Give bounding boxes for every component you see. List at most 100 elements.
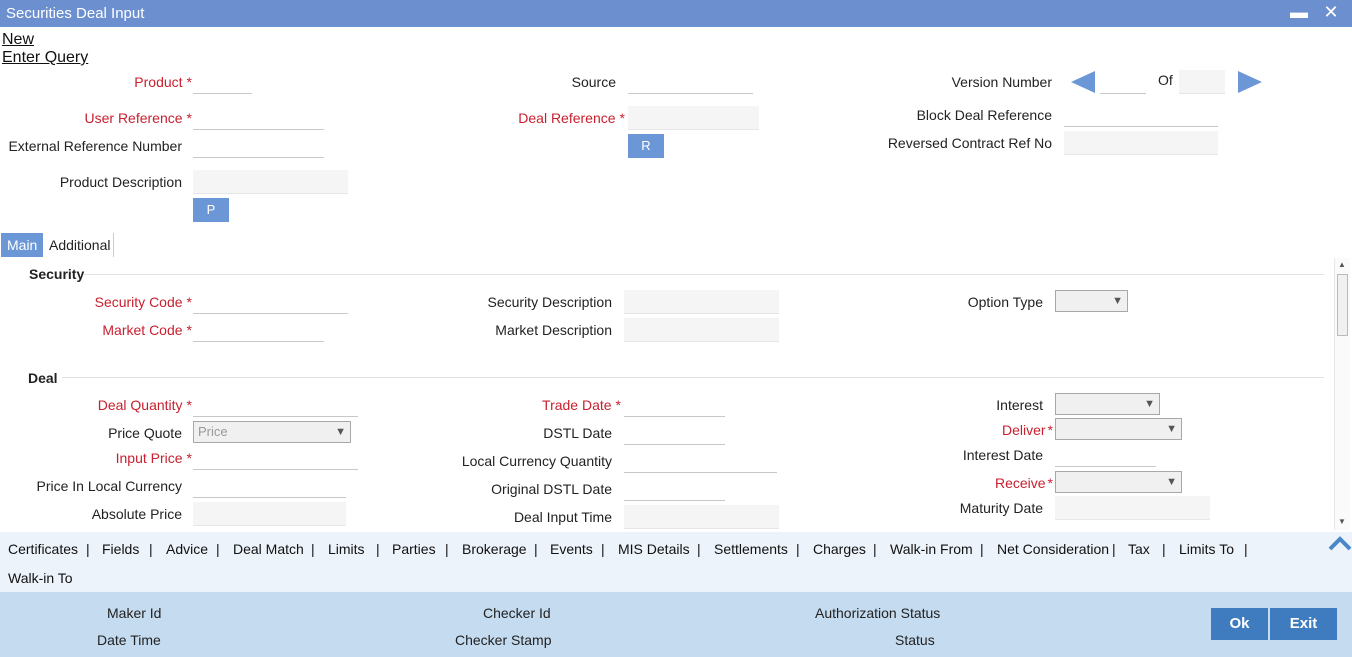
minimize-icon[interactable]: ▬: [1290, 3, 1308, 21]
next-version-icon[interactable]: [1238, 71, 1262, 93]
status-label: Status: [895, 632, 935, 648]
enter-query-link[interactable]: Enter Query: [2, 49, 88, 67]
block-deal-reference-field[interactable]: [1064, 103, 1218, 127]
close-icon[interactable]: ✕: [1322, 3, 1340, 21]
source-label: Source: [571, 74, 616, 90]
interest-label: Interest: [996, 397, 1043, 413]
option-type-select[interactable]: ▼: [1055, 290, 1128, 312]
collapse-up-icon[interactable]: [1328, 535, 1352, 551]
link-separator: |: [1162, 541, 1166, 557]
scroll-up-icon[interactable]: ▲: [1338, 260, 1346, 269]
window-title: Securities Deal Input: [6, 5, 145, 22]
maturity-date-label: Maturity Date: [959, 500, 1043, 516]
link-tax[interactable]: Tax: [1128, 541, 1150, 557]
chevron-down-icon: ▼: [335, 426, 346, 438]
date-time-label: Date Time: [97, 632, 161, 648]
function-link-bar: Certificates | Fields | Advice | Deal Ma…: [0, 532, 1352, 592]
link-separator: |: [149, 541, 153, 557]
link-separator: |: [445, 541, 449, 557]
price-quote-label: Price Quote: [108, 425, 182, 441]
product-description-field: [193, 170, 348, 194]
external-reference-number-field[interactable]: [193, 134, 324, 158]
price-in-local-currency-field[interactable]: [193, 474, 346, 498]
security-code-label: Security Code *: [94, 294, 192, 310]
reversed-contract-ref-no-label: Reversed Contract Ref No: [887, 135, 1052, 151]
chevron-down-icon: ▼: [1166, 476, 1177, 488]
trade-date-field[interactable]: [624, 393, 725, 417]
deal-input-time-field: [624, 505, 779, 529]
link-advice[interactable]: Advice: [166, 541, 208, 557]
original-dstl-date-field[interactable]: [624, 477, 725, 501]
dstl-date-label: DSTL Date: [543, 425, 612, 441]
tab-additional[interactable]: Additional: [43, 233, 117, 257]
source-field[interactable]: [628, 70, 753, 94]
user-reference-label: User Reference *: [84, 110, 193, 126]
external-reference-number-label: External Reference Number: [8, 138, 182, 154]
product-label: Product *: [134, 74, 192, 90]
previous-version-icon[interactable]: [1071, 71, 1095, 93]
link-separator: |: [980, 541, 984, 557]
link-fields[interactable]: Fields: [102, 541, 139, 557]
version-number-field[interactable]: [1100, 70, 1146, 94]
deal-quantity-label: Deal Quantity *: [97, 397, 192, 413]
input-price-field[interactable]: [193, 446, 358, 470]
deal-input-time-label: Deal Input Time: [513, 509, 612, 525]
receive-select[interactable]: ▼: [1055, 471, 1182, 493]
deal-quantity-field[interactable]: [193, 393, 358, 417]
market-description-label: Market Description: [495, 322, 612, 338]
interest-date-field[interactable]: [1055, 443, 1156, 467]
link-limits[interactable]: Limits: [328, 541, 365, 557]
link-net-consideration[interactable]: Net Consideration: [997, 541, 1109, 557]
security-divider: [84, 274, 1324, 275]
link-parties[interactable]: Parties: [392, 541, 436, 557]
product-field[interactable]: [193, 70, 252, 94]
link-events[interactable]: Events: [550, 541, 593, 557]
version-total-field: [1179, 70, 1225, 94]
market-code-label: Market Code *: [102, 322, 192, 338]
chevron-down-icon: ▼: [1112, 295, 1123, 307]
deliver-label: Deliver *: [1001, 422, 1053, 438]
r-button[interactable]: R: [628, 134, 664, 158]
market-code-field[interactable]: [193, 318, 324, 342]
checker-id-label: Checker Id: [483, 605, 551, 621]
link-walk-in-from[interactable]: Walk-in From: [890, 541, 973, 557]
of-label: Of: [1158, 72, 1173, 88]
link-brokerage[interactable]: Brokerage: [462, 541, 527, 557]
scrollbar-thumb[interactable]: [1337, 274, 1348, 336]
scroll-down-icon[interactable]: ▼: [1338, 517, 1346, 526]
dstl-date-field[interactable]: [624, 421, 725, 445]
chevron-down-icon: ▼: [1144, 398, 1155, 410]
link-deal-match[interactable]: Deal Match: [233, 541, 304, 557]
maker-id-label: Maker Id: [107, 605, 162, 621]
chevron-down-icon: ▼: [1166, 423, 1177, 435]
title-bar: Securities Deal Input ▬ ✕: [0, 0, 1352, 27]
exit-button[interactable]: Exit: [1270, 608, 1337, 640]
maturity-date-field: [1055, 496, 1210, 520]
version-number-label: Version Number: [951, 74, 1052, 90]
link-settlements[interactable]: Settlements: [714, 541, 788, 557]
link-charges[interactable]: Charges: [813, 541, 866, 557]
deal-reference-field[interactable]: [628, 106, 759, 130]
ok-button[interactable]: Ok: [1211, 608, 1268, 640]
deal-section-title: Deal: [28, 370, 58, 386]
link-walk-in-to[interactable]: Walk-in To: [8, 570, 73, 586]
interest-select[interactable]: ▼: [1055, 393, 1160, 415]
user-reference-field[interactable]: [193, 106, 324, 130]
link-separator: |: [534, 541, 538, 557]
input-price-label: Input Price *: [115, 450, 192, 466]
p-button[interactable]: P: [193, 198, 229, 222]
vertical-scrollbar[interactable]: ▲ ▼: [1334, 258, 1350, 530]
security-section-title: Security: [29, 266, 85, 282]
tab-main[interactable]: Main: [1, 233, 44, 257]
link-mis-details[interactable]: MIS Details: [618, 541, 690, 557]
security-code-field[interactable]: [193, 290, 348, 314]
block-deal-reference-label: Block Deal Reference: [916, 107, 1052, 123]
new-link[interactable]: New: [2, 31, 34, 49]
deliver-select[interactable]: ▼: [1055, 418, 1182, 440]
local-currency-quantity-field[interactable]: [624, 449, 777, 473]
link-limits-to[interactable]: Limits To: [1179, 541, 1234, 557]
link-certificates[interactable]: Certificates: [8, 541, 78, 557]
link-separator: |: [796, 541, 800, 557]
audit-footer: Maker Id Date Time Checker Id Checker St…: [0, 592, 1352, 657]
price-quote-select[interactable]: Price ▼: [193, 421, 351, 443]
